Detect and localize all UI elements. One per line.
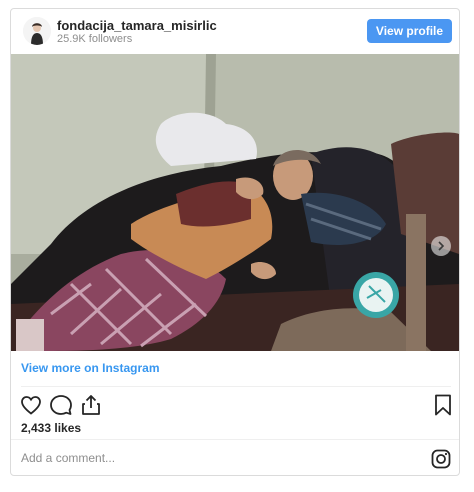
avatar[interactable] bbox=[23, 17, 51, 45]
view-more-link[interactable]: View more on Instagram bbox=[21, 361, 160, 375]
instagram-icon[interactable] bbox=[431, 449, 451, 469]
comment-icon[interactable] bbox=[49, 393, 73, 417]
chevron-right-icon bbox=[438, 241, 445, 251]
post-photo[interactable] bbox=[11, 54, 459, 351]
divider bbox=[11, 439, 459, 440]
like-count: 2,433 likes bbox=[21, 421, 82, 435]
divider bbox=[21, 386, 451, 387]
view-profile-button[interactable]: View profile bbox=[367, 19, 452, 43]
bookmark-icon[interactable] bbox=[431, 393, 455, 417]
comment-input[interactable]: Add a comment... bbox=[21, 451, 115, 465]
action-bar bbox=[11, 393, 459, 417]
share-icon[interactable] bbox=[79, 393, 103, 417]
username[interactable]: fondacija_tamara_misirlic bbox=[57, 18, 217, 33]
next-slide-button[interactable] bbox=[431, 236, 451, 256]
follower-count: 25.9K followers bbox=[57, 33, 133, 45]
instagram-embed-card: fondacija_tamara_misirlic 25.9K follower… bbox=[10, 8, 460, 476]
heart-icon[interactable] bbox=[19, 393, 43, 417]
post-header: fondacija_tamara_misirlic 25.9K follower… bbox=[11, 9, 459, 53]
